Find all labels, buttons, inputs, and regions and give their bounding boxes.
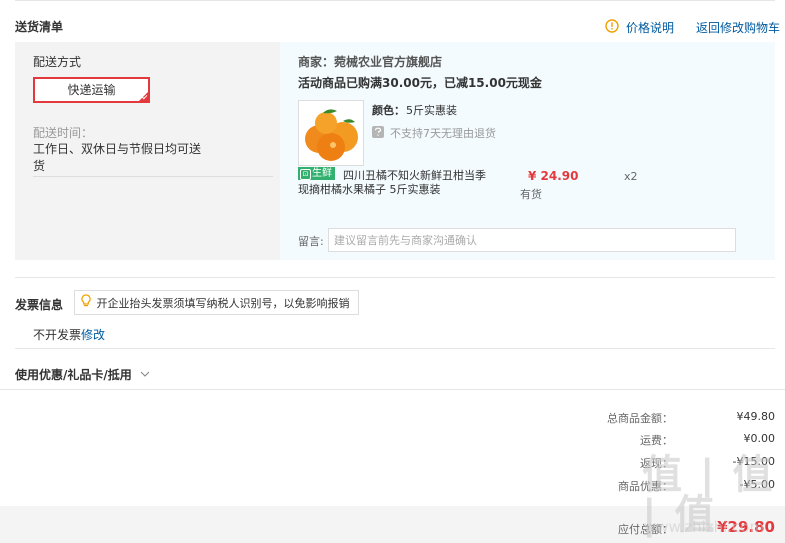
- section-divider: [15, 277, 775, 278]
- back-to-cart-link[interactable]: 返回修改购物车: [696, 19, 780, 36]
- promo-text: 活动商品已购满30.00元，已减15.00元现金: [298, 76, 542, 90]
- fresh-tag-label: 生鲜: [312, 168, 332, 179]
- merchant-name: 商家：菀械农业官方旗舰店: [298, 55, 443, 69]
- coupon-title: 使用优惠/礼品卡/抵用: [15, 368, 132, 382]
- product-thumbnail[interactable]: [298, 100, 364, 166]
- site-watermark-url: www.zhizhi.com: [644, 518, 765, 536]
- remark-input[interactable]: 建议留言前先与商家沟通确认: [328, 228, 736, 252]
- freight-value: ¥0.00: [743, 432, 776, 445]
- orange-image-icon: [299, 101, 363, 165]
- info-icon: [605, 19, 619, 33]
- invoice-status: 不开发票: [33, 328, 82, 342]
- chevron-down-icon: [140, 366, 150, 380]
- lightbulb-icon: [81, 291, 93, 315]
- product-name-line2[interactable]: 现摘柑橘水果橘子 5斤实惠装: [298, 181, 441, 197]
- summary-divider: [0, 389, 785, 390]
- freight-label: 运费：: [640, 434, 673, 447]
- delivery-time-line1: 工作日、双休日与节假日均可送: [33, 142, 202, 156]
- product-price: ¥ 24.90: [528, 169, 579, 183]
- total-value: ¥49.80: [736, 410, 776, 423]
- express-delivery-label: 快递运输: [67, 83, 116, 97]
- invoice-edit-link[interactable]: 修改: [81, 326, 105, 343]
- invoice-title: 发票信息: [15, 298, 64, 312]
- delivery-method-title: 配送方式: [33, 55, 82, 69]
- left-panel-divider: [33, 176, 273, 177]
- delivery-time-line2: 货: [33, 159, 46, 173]
- remark-label: 留言:: [298, 235, 324, 248]
- section-divider-2: [15, 348, 775, 349]
- fresh-badge-icon: ⊡: [300, 169, 311, 180]
- color-value: 5斤实惠装: [406, 104, 457, 117]
- invoice-tip-text: 开企业抬头发票须填写纳税人识别号，以免影响报销: [96, 297, 350, 310]
- delivery-time-label: 配送时间：: [33, 126, 94, 140]
- express-delivery-button[interactable]: 快递运输: [33, 77, 150, 103]
- fresh-tag: ⊡ 生鲜: [298, 167, 335, 180]
- invoice-tip: 开企业抬头发票须填写纳税人识别号，以免影响报销: [74, 290, 359, 315]
- total-label: 总商品金额：: [607, 412, 673, 425]
- coupon-toggle[interactable]: 使用优惠/礼品卡/抵用: [15, 366, 150, 383]
- selected-check-icon: [139, 92, 148, 101]
- return-policy-text: 不支持7天无理由退货: [390, 127, 496, 140]
- price-info-link[interactable]: 价格说明: [626, 19, 674, 36]
- delivery-list-title: 送货清单: [15, 20, 64, 34]
- product-quantity: x2: [624, 170, 638, 183]
- color-label: 颜色：: [372, 104, 405, 117]
- stock-status: 有货: [520, 188, 542, 201]
- no-return-icon: [372, 126, 384, 138]
- top-divider: [15, 0, 775, 1]
